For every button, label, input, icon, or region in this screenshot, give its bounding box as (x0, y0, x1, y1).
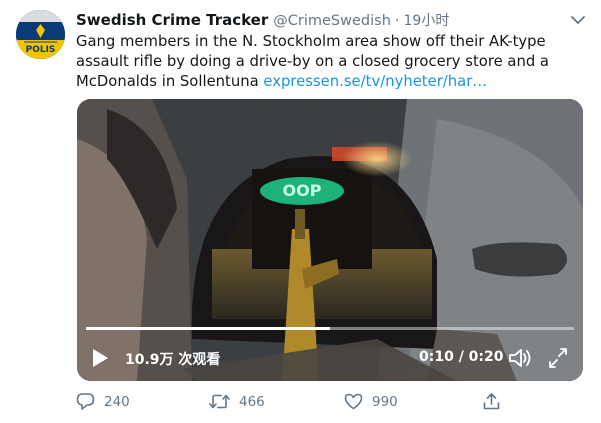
chevron-down-icon[interactable] (569, 12, 587, 26)
tweet-card[interactable]: POLIS Swedish Crime Tracker @CrimeSwedis… (0, 0, 601, 423)
share-icon (483, 393, 500, 410)
like-count: 990 (372, 393, 398, 410)
avatar[interactable]: POLIS (16, 10, 65, 59)
retweet-button[interactable]: 466 (209, 392, 265, 411)
tweet-link[interactable]: expressen.se/tv/nyheter/har… (263, 73, 487, 90)
progress-bar[interactable] (86, 327, 574, 330)
progress-fill (86, 327, 330, 330)
video-frame: OOP (77, 99, 583, 381)
reply-count: 240 (104, 393, 130, 410)
timestamp[interactable]: 19小时 (404, 10, 450, 30)
tweet-header: Swedish Crime Tracker @CrimeSwedish · 19… (76, 10, 449, 30)
reply-icon (76, 393, 95, 410)
volume-icon[interactable] (508, 348, 532, 368)
retweet-icon (209, 394, 230, 409)
tweet-actions: 240 466 990 (76, 392, 506, 414)
tweet-text: Gang members in the N. Stockholm area sh… (76, 32, 576, 92)
video-controls: 10.9万 次观看 0:10 / 0:20 (77, 343, 583, 373)
fullscreen-icon[interactable] (547, 348, 569, 368)
video-duration: 0:10 / 0:20 (419, 349, 504, 365)
author-name[interactable]: Swedish Crime Tracker (76, 11, 268, 29)
share-button[interactable] (482, 392, 510, 411)
svg-text:POLIS: POLIS (26, 45, 56, 55)
like-icon (344, 393, 363, 410)
view-count: 10.9万 次观看 (125, 352, 221, 368)
reply-button[interactable]: 240 (76, 392, 130, 411)
retweet-count: 466 (239, 393, 265, 410)
separator-dot: · (394, 13, 400, 29)
like-button[interactable]: 990 (344, 392, 398, 411)
play-icon[interactable] (91, 348, 109, 368)
author-handle[interactable]: @CrimeSwedish (273, 13, 391, 29)
svg-text:OOP: OOP (283, 181, 322, 200)
video-player[interactable]: OOP 10.9万 次观看 0:10 / 0:20 (77, 99, 583, 381)
